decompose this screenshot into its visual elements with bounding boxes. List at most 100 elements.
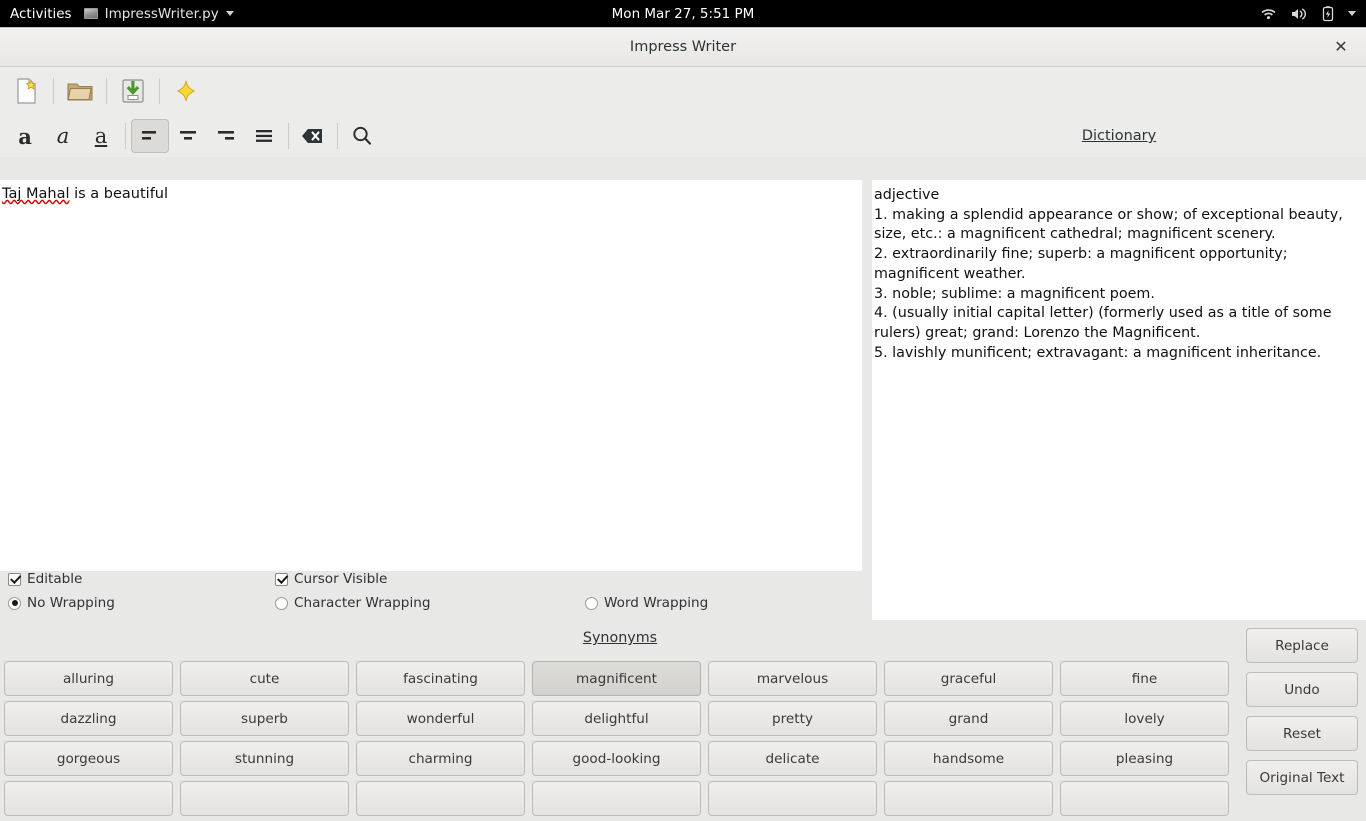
synonym-button[interactable] [4,781,173,816]
synonym-button[interactable]: good-looking [532,741,701,776]
search-button[interactable] [343,119,381,153]
align-left-button[interactable] [131,119,169,153]
gnome-top-bar: Activities ImpressWriter.py Mon Mar 27, … [0,0,1366,27]
no-wrapping-radio[interactable]: No Wrapping [8,595,115,611]
open-folder-button[interactable] [59,72,101,110]
word-wrapping-label: Word Wrapping [604,595,709,611]
underline-button[interactable]: a [82,119,120,153]
italic-button[interactable]: a [44,119,82,153]
synonym-button[interactable] [356,781,525,816]
synonym-button[interactable] [180,781,349,816]
toolbar-separator [159,78,160,104]
synonym-button[interactable]: pretty [708,701,877,736]
replace-button[interactable]: Replace [1246,628,1358,663]
synonym-row [4,781,1240,816]
activities-button[interactable]: Activities [0,6,84,22]
definition-item: 2. extraordinarily fine; superb: a magni… [874,246,1288,282]
document-editor[interactable]: Taj Mahal is a beautiful [0,180,862,571]
synonym-row: gorgeous stunning charming good-looking deli… [4,741,1240,776]
editable-label: Editable [27,571,83,587]
align-center-button[interactable] [169,119,207,153]
checkbox-icon [275,572,288,586]
dictionary-panel: adjective 1. making a splendid appearanc… [872,180,1366,620]
window-title: Impress Writer [629,39,737,55]
synonym-button[interactable]: superb [180,701,349,736]
window-icon [83,8,98,19]
synonym-button[interactable] [1060,781,1229,816]
save-button[interactable] [112,72,154,110]
toolbar-separator [337,123,338,149]
backspace-icon [302,129,322,143]
bold-button[interactable]: a [6,119,44,153]
original-text-button[interactable]: Original Text [1246,760,1358,795]
synonym-button[interactable]: graceful [884,661,1053,696]
close-icon[interactable]: ✕ [1328,34,1354,60]
part-of-speech: adjective [874,187,940,203]
app-menu-label: ImpressWriter.py [104,5,219,22]
synonym-button[interactable]: alluring [4,661,173,696]
synonym-button[interactable]: delicate [708,741,877,776]
synonym-button[interactable] [532,781,701,816]
character-wrapping-radio[interactable]: Character Wrapping [275,595,430,611]
synonym-button[interactable] [708,781,877,816]
synonym-button[interactable]: handsome [884,741,1053,776]
new-document-button[interactable] [6,72,48,110]
no-wrapping-label: No Wrapping [27,595,115,611]
synonym-button[interactable]: gorgeous [4,741,173,776]
app-menu-button[interactable]: ImpressWriter.py [83,5,234,22]
system-status-area[interactable] [1260,5,1366,22]
synonyms-grid: alluring cute fascinating magnificent marvel… [4,661,1240,821]
editor-options: Editable Cursor Visible No Wrapping Char… [0,571,862,626]
synonym-button[interactable]: wonderful [356,701,525,736]
definition-item: 4. (usually initial capital letter) (for… [874,305,1332,342]
radio-icon [275,596,288,610]
synonym-button[interactable]: fascinating [356,661,525,696]
undo-button[interactable]: Undo [1246,672,1358,707]
synonym-button[interactable]: magnificent [532,661,701,696]
synonym-button[interactable]: delightful [532,701,701,736]
synonym-button[interactable]: stunning [180,741,349,776]
magic-button[interactable] [165,72,207,110]
italic-icon: a [56,123,70,148]
radio-icon [585,596,598,610]
synonym-button[interactable]: fine [1060,661,1229,696]
synonym-button[interactable]: cute [180,661,349,696]
underline-icon: a [94,123,108,148]
toolbar-separator [53,78,54,104]
reset-button[interactable]: Reset [1246,716,1358,751]
chevron-down-icon [225,11,234,16]
synonym-button[interactable] [884,781,1053,816]
align-right-icon [218,131,234,140]
synonym-button[interactable]: pleasing [1060,741,1229,776]
word-wrapping-radio[interactable]: Word Wrapping [585,595,708,611]
chevron-down-icon[interactable] [1348,11,1356,16]
definition-item: 5. lavishly munificent; extravagant: a m… [874,344,1322,361]
format-toolbar: a a a Dictionary [0,115,1366,157]
clear-formatting-button[interactable] [294,119,332,153]
align-justify-button[interactable] [245,119,283,153]
cursor-visible-label: Cursor Visible [294,571,388,587]
application-window: Impress Writer ✕ a a a Dictionary Taj Ma… [0,27,1366,816]
align-right-button[interactable] [207,119,245,153]
definition-item: 1. making a splendid appearance or show;… [874,206,1343,243]
cursor-visible-checkbox[interactable]: Cursor Visible [275,571,387,587]
editable-checkbox[interactable]: Editable [8,571,82,587]
window-titlebar: Impress Writer ✕ [0,28,1366,67]
synonym-row: alluring cute fascinating magnificent marvel… [4,661,1240,696]
toolbar-separator [288,123,289,149]
align-left-icon [142,131,156,140]
action-button-group: Replace Undo Reset Original Text [1246,628,1358,795]
misspelled-text: Taj Mahal [2,186,70,202]
volume-icon [1290,7,1308,21]
synonym-row: dazzling superb wonderful delightful pretty g… [4,701,1240,736]
radio-icon [8,596,21,610]
synonym-button[interactable]: dazzling [4,701,173,736]
checkbox-icon [8,572,21,586]
synonym-button[interactable]: lovely [1060,701,1229,736]
file-toolbar [0,67,1366,115]
synonym-button[interactable]: charming [356,741,525,776]
dictionary-heading: Dictionary [1081,128,1157,144]
toolbar-separator [125,123,126,149]
synonym-button[interactable]: marvelous [708,661,877,696]
synonym-button[interactable]: grand [884,701,1053,736]
